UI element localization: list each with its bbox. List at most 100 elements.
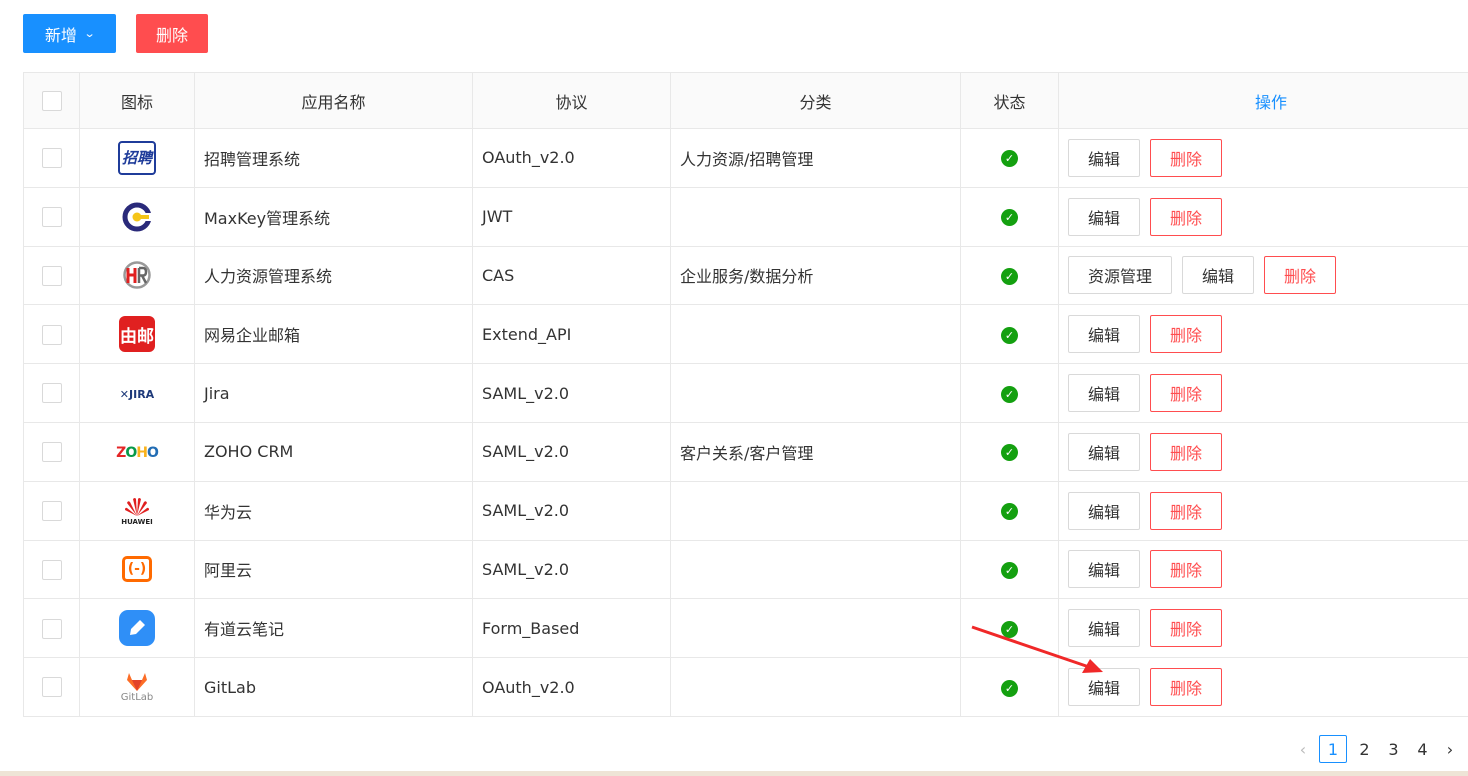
delete-button[interactable]: 删除 xyxy=(1150,491,1222,530)
add-dropdown-button[interactable]: 新增 ⌄ xyxy=(23,14,116,53)
huawei-icon-label: HUAWEI xyxy=(121,517,153,526)
operation-cell: 编辑 删除 xyxy=(1058,363,1468,423)
delete-button[interactable]: 删除 xyxy=(1150,374,1222,413)
delete-button[interactable]: 删除 xyxy=(1150,668,1222,707)
row-checkbox[interactable] xyxy=(41,442,62,463)
check-circle-icon: ✓ xyxy=(1001,679,1018,697)
status-cell: ✓ xyxy=(960,539,1059,600)
status-cell: ✓ xyxy=(960,245,1059,306)
app-category xyxy=(670,539,961,600)
icon-cell: ✕ JIRA xyxy=(79,363,195,423)
app-name: 有道云笔记 xyxy=(194,598,473,659)
batch-delete-button[interactable]: 删除 xyxy=(136,14,208,53)
app-protocol: OAuth_v2.0 xyxy=(472,657,671,717)
page-4[interactable]: 4 xyxy=(1411,735,1434,763)
table-row: HUAWEI 华为云 SAML_v2.0 ✓ 编辑 删除 xyxy=(23,480,1468,541)
edit-button[interactable]: 编辑 xyxy=(1068,197,1140,236)
pagination: ‹ 1 2 3 4 › xyxy=(1293,735,1460,763)
delete-button[interactable]: 删除 xyxy=(1150,138,1222,177)
status-cell: ✓ xyxy=(960,480,1059,541)
edit-button[interactable]: 编辑 xyxy=(1068,668,1140,707)
status-cell: ✓ xyxy=(960,363,1059,423)
page-3[interactable]: 3 xyxy=(1382,735,1405,763)
select-all-checkbox[interactable] xyxy=(41,90,62,111)
delete-button[interactable]: 删除 xyxy=(1150,432,1222,471)
resource-management-button[interactable]: 资源管理 xyxy=(1068,256,1172,295)
app-name: GitLab xyxy=(194,657,473,717)
row-select-cell xyxy=(23,304,80,365)
operation-cell: 编辑 删除 xyxy=(1058,657,1468,717)
row-select-cell xyxy=(23,128,80,188)
row-checkbox[interactable] xyxy=(41,324,62,345)
edit-button[interactable]: 编辑 xyxy=(1068,609,1140,648)
app-name: 华为云 xyxy=(194,480,473,541)
delete-button[interactable]: 删除 xyxy=(1150,197,1222,236)
delete-button[interactable]: 删除 xyxy=(1150,609,1222,648)
app-name: 招聘管理系统 xyxy=(194,128,473,188)
row-checkbox[interactable] xyxy=(41,618,62,639)
header-protocol: 协议 xyxy=(472,72,671,129)
row-select-cell xyxy=(23,186,80,247)
app-protocol: Form_Based xyxy=(472,598,671,659)
check-circle-icon: ✓ xyxy=(1001,620,1018,638)
icon-cell: (-) xyxy=(79,539,195,600)
next-page-icon[interactable]: › xyxy=(1440,740,1460,759)
edit-button[interactable]: 编辑 xyxy=(1068,138,1140,177)
operation-cell: 编辑 删除 xyxy=(1058,421,1468,482)
header-icon: 图标 xyxy=(79,72,195,129)
row-checkbox[interactable] xyxy=(41,383,62,404)
page-2[interactable]: 2 xyxy=(1353,735,1376,763)
row-checkbox[interactable] xyxy=(41,265,62,286)
delete-button[interactable]: 删除 xyxy=(1150,315,1222,354)
app-category xyxy=(670,598,961,659)
header-category: 分类 xyxy=(670,72,961,129)
prev-page-icon[interactable]: ‹ xyxy=(1293,740,1313,759)
table-row: 招聘 招聘管理系统 OAuth_v2.0 人力资源/招聘管理 ✓ 编辑 删除 xyxy=(23,128,1468,188)
jira-icon: ✕ JIRA xyxy=(119,387,155,401)
delete-button[interactable]: 删除 xyxy=(1264,256,1336,295)
row-checkbox[interactable] xyxy=(41,559,62,580)
row-select-cell xyxy=(23,598,80,659)
icon-cell: 由邮 xyxy=(79,304,195,365)
edit-button[interactable]: 编辑 xyxy=(1068,315,1140,354)
app-name: 阿里云 xyxy=(194,539,473,600)
header-name: 应用名称 xyxy=(194,72,473,129)
add-button-label: 新增 xyxy=(44,27,77,45)
status-cell: ✓ xyxy=(960,304,1059,365)
app-name: 网易企业邮箱 xyxy=(194,304,473,365)
table-row: ✕ JIRA Jira SAML_v2.0 ✓ 编辑 删除 xyxy=(23,363,1468,423)
row-select-cell xyxy=(23,363,80,423)
toolbar: 新增 ⌄ 删除 xyxy=(23,14,208,53)
app-name: Jira xyxy=(194,363,473,423)
row-checkbox[interactable] xyxy=(41,500,62,521)
zoho-icon: ZOHO xyxy=(116,444,159,461)
operation-cell: 编辑 删除 xyxy=(1058,598,1468,659)
delete-button[interactable]: 删除 xyxy=(1150,550,1222,589)
page-1[interactable]: 1 xyxy=(1319,735,1347,763)
maxkey-icon xyxy=(122,202,152,232)
check-circle-icon: ✓ xyxy=(1001,150,1018,168)
icon-cell: HUAWEI xyxy=(79,480,195,541)
icon-cell: GitLab xyxy=(79,657,195,717)
row-checkbox[interactable] xyxy=(41,148,62,169)
header-operation: 操作 xyxy=(1058,72,1468,129)
app-category: 客户关系/客户管理 xyxy=(670,421,961,482)
row-select-cell xyxy=(23,539,80,600)
aliyun-icon: (-) xyxy=(122,556,152,583)
row-checkbox[interactable] xyxy=(41,677,62,698)
check-circle-icon: ✓ xyxy=(1001,385,1018,403)
app-name: ZOHO CRM xyxy=(194,421,473,482)
huawei-icon: HUAWEI xyxy=(120,493,154,529)
edit-button[interactable]: 编辑 xyxy=(1068,491,1140,530)
edit-button[interactable]: 编辑 xyxy=(1068,432,1140,471)
icon-cell xyxy=(79,245,195,306)
youdao-icon xyxy=(119,610,155,647)
check-circle-icon: ✓ xyxy=(1001,209,1018,227)
row-checkbox[interactable] xyxy=(41,206,62,227)
hr-icon xyxy=(122,260,152,290)
edit-button[interactable]: 编辑 xyxy=(1068,374,1140,413)
row-select-cell xyxy=(23,421,80,482)
row-select-cell xyxy=(23,245,80,306)
edit-button[interactable]: 编辑 xyxy=(1068,550,1140,589)
edit-button[interactable]: 编辑 xyxy=(1182,256,1254,295)
